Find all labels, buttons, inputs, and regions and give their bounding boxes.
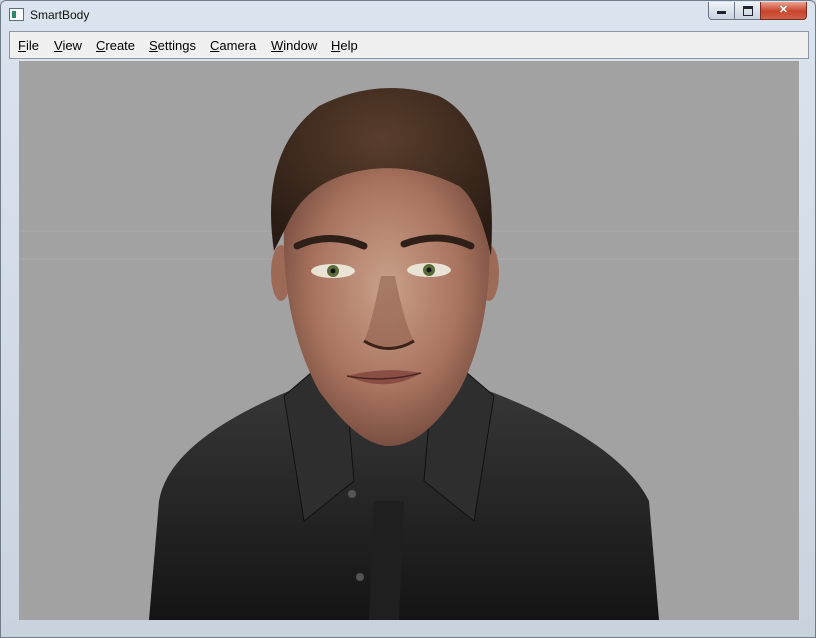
menu-file[interactable]: File (18, 38, 39, 53)
character-render (19, 88, 799, 620)
smartbody-window: SmartBody ✕ File View Create Settings Ca… (0, 0, 816, 638)
app-icon (9, 8, 24, 21)
menu-window[interactable]: Window (271, 38, 317, 53)
minimize-button[interactable] (708, 2, 735, 20)
menu-camera[interactable]: Camera (210, 38, 256, 53)
3d-viewport[interactable] (19, 61, 799, 620)
menu-view[interactable]: View (54, 38, 82, 53)
maximize-icon (742, 6, 753, 16)
menu-help[interactable]: Help (331, 38, 358, 53)
window-title: SmartBody (30, 8, 90, 22)
placket (369, 501, 404, 620)
menu-bar: File View Create Settings Camera Window … (9, 31, 809, 59)
minimize-icon (717, 11, 726, 14)
shirt-button (348, 490, 356, 498)
close-icon: ✕ (778, 4, 789, 16)
maximize-button[interactable] (734, 2, 761, 20)
window-bottom-frame (9, 620, 809, 630)
menu-settings[interactable]: Settings (149, 38, 196, 53)
close-button[interactable]: ✕ (760, 2, 807, 20)
title-bar[interactable]: SmartBody ✕ (1, 1, 815, 29)
menu-create[interactable]: Create (96, 38, 135, 53)
shirt-button (356, 573, 364, 581)
